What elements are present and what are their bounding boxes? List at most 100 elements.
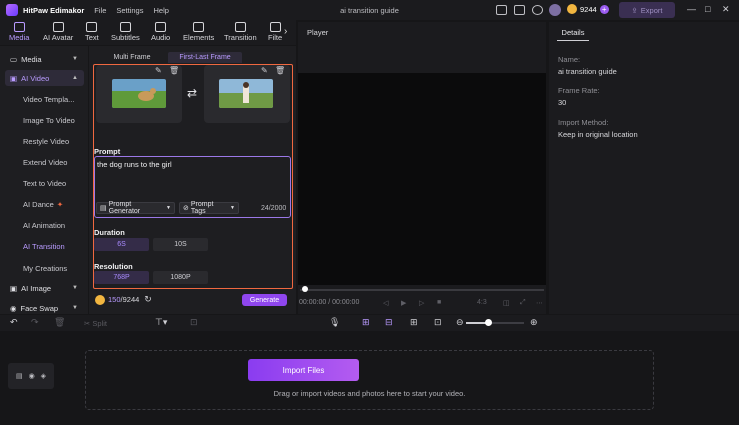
tab-subtitles[interactable]: Subtitles bbox=[111, 22, 140, 42]
menu-settings[interactable]: Settings bbox=[116, 6, 143, 15]
frame-rate-key: Frame Rate: bbox=[558, 86, 600, 95]
download-icon[interactable] bbox=[532, 5, 543, 15]
prompt-tags-dropdown[interactable]: ⊘ Prompt Tags ▼ bbox=[179, 201, 239, 215]
sidebar-item-face-swap[interactable]: ◉ Face Swap ▼ bbox=[5, 300, 84, 316]
swap-icon[interactable]: ⇄ bbox=[187, 86, 197, 100]
redo-icon[interactable]: ↷ bbox=[31, 317, 39, 328]
sidebar-item-ai-image[interactable]: ▣ AI Image ▼ bbox=[5, 280, 84, 296]
coin-icon bbox=[95, 294, 105, 305]
sidebar-item-extend-video[interactable]: Extend Video bbox=[23, 158, 67, 167]
add-credits-icon[interactable]: + bbox=[599, 4, 609, 14]
settings-icon[interactable]: ⋯ bbox=[536, 299, 543, 307]
tab-elements[interactable]: Elements bbox=[183, 22, 214, 42]
ai-video-icon: ▣ bbox=[10, 73, 18, 83]
tab-label: Transition bbox=[224, 33, 257, 42]
prompt-generator-dropdown[interactable]: ▤ Prompt Generator ▼ bbox=[96, 201, 175, 215]
message-icon[interactable] bbox=[514, 5, 525, 15]
menu-help[interactable]: Help bbox=[153, 6, 168, 15]
mute-icon[interactable]: ◈ bbox=[41, 372, 46, 380]
sidebar-item-my-creations[interactable]: My Creations bbox=[23, 264, 67, 273]
import-files-button[interactable]: Import Files bbox=[248, 359, 359, 381]
timeline-toolbar-right bbox=[548, 315, 739, 331]
eye-icon[interactable]: ◉ bbox=[29, 372, 35, 380]
app-name: HitPaw Edimakor bbox=[23, 5, 85, 15]
chevron-right-icon[interactable]: › bbox=[284, 26, 287, 37]
sidebar-label: Media bbox=[21, 54, 42, 64]
prompt-text[interactable]: the dog runs to the girl bbox=[97, 160, 172, 169]
sidebar-item-ai-video[interactable]: ▣ AI Video ▲ bbox=[5, 70, 84, 86]
tab-ai-avatar[interactable]: AI Avatar bbox=[43, 22, 73, 42]
split-button[interactable]: ✂ Split bbox=[84, 319, 107, 328]
resolution-option-768p[interactable]: 768P bbox=[94, 271, 149, 284]
snapshot-icon[interactable]: ◫ bbox=[503, 299, 510, 307]
tab-first-last-frame[interactable]: First-Last Frame bbox=[168, 52, 242, 63]
prompt-tags-label: Prompt Tags bbox=[190, 201, 214, 215]
fit-icon[interactable]: ⊡ bbox=[434, 317, 442, 328]
frame-rate-value: 30 bbox=[558, 98, 567, 107]
edit-icon[interactable]: ✎ bbox=[155, 66, 162, 75]
fullscreen-icon[interactable]: ⤢ bbox=[520, 299, 526, 307]
lock-icon[interactable]: ▤ bbox=[16, 372, 23, 380]
tab-audio[interactable]: Audio bbox=[151, 22, 170, 42]
credit-total: /9244 bbox=[120, 295, 140, 304]
delete-icon[interactable]: 🗑 bbox=[54, 317, 65, 328]
tab-multi-frame[interactable]: Multi Frame bbox=[96, 52, 168, 63]
sidebar-item-text-to-video[interactable]: Text to Video bbox=[23, 179, 66, 188]
refresh-icon[interactable]: ↻ bbox=[144, 294, 152, 305]
delete-icon[interactable]: 🗑 bbox=[169, 66, 179, 75]
text-tool-icon[interactable]: ⊤▾ bbox=[155, 317, 167, 328]
sidebar-item-restyle-video[interactable]: Restyle Video bbox=[23, 137, 69, 146]
track-header: ▤ ◉ ◈ bbox=[8, 363, 54, 389]
playback-scrubber[interactable] bbox=[300, 289, 544, 291]
name-value: ai transition guide bbox=[558, 67, 617, 76]
delete-icon[interactable]: 🗑 bbox=[275, 66, 285, 75]
tab-text[interactable]: Text bbox=[85, 22, 99, 42]
crop-icon[interactable]: ⊡ bbox=[190, 317, 198, 328]
edit-icon[interactable]: ✎ bbox=[261, 66, 268, 75]
export-button[interactable]: ⇪ Export bbox=[619, 2, 675, 18]
magnet-icon[interactable]: ⊟ bbox=[385, 317, 393, 328]
sidebar-item-video-templates[interactable]: Video Templa... bbox=[23, 95, 74, 104]
link-icon[interactable]: ⊞ bbox=[362, 317, 370, 328]
sidebar-item-ai-dance[interactable]: AI Dance ✦ bbox=[23, 200, 63, 209]
hot-icon: ✦ bbox=[56, 200, 64, 209]
tab-label: Media bbox=[9, 33, 30, 42]
tab-filter[interactable]: Filte bbox=[268, 22, 282, 42]
play-icon[interactable]: ▶ bbox=[401, 299, 406, 307]
sidebar-item-media[interactable]: ▭ Media ▼ bbox=[5, 51, 84, 67]
resolution-option-1080p[interactable]: 1080P bbox=[153, 271, 208, 284]
menu-file[interactable]: File bbox=[94, 6, 106, 15]
zoom-in-icon[interactable]: ⊕ bbox=[530, 317, 538, 328]
track-icon[interactable]: ⊞ bbox=[410, 317, 418, 328]
tab-details[interactable]: Details bbox=[557, 26, 589, 41]
generate-button[interactable]: Generate bbox=[242, 294, 287, 306]
duration-option-6s[interactable]: 6S bbox=[94, 238, 149, 251]
next-frame-icon[interactable]: ▷ bbox=[419, 299, 424, 307]
sidebar-item-ai-animation[interactable]: AI Animation bbox=[23, 221, 65, 230]
player-screen[interactable] bbox=[298, 73, 546, 285]
prev-frame-icon[interactable]: ◁ bbox=[383, 299, 388, 307]
stop-icon[interactable]: ■ bbox=[437, 299, 441, 306]
tab-transition[interactable]: Transition bbox=[224, 22, 257, 42]
aspect-ratio[interactable]: 4:3 bbox=[477, 299, 487, 306]
duration-option-10s[interactable]: 10S bbox=[153, 238, 208, 251]
sidebar-item-ai-transition[interactable]: AI Transition bbox=[23, 242, 65, 251]
minimize-icon[interactable]: — bbox=[687, 4, 696, 14]
zoom-slider-handle[interactable] bbox=[485, 319, 492, 326]
tab-media[interactable]: Media bbox=[9, 22, 29, 42]
zoom-out-icon[interactable]: ⊖ bbox=[456, 317, 464, 328]
avatar[interactable] bbox=[549, 4, 561, 16]
tab-label: Filte bbox=[268, 33, 283, 42]
scrubber-handle[interactable] bbox=[302, 286, 308, 292]
microphone-icon[interactable]: 🎙 bbox=[329, 317, 340, 328]
sidebar-item-image-to-video[interactable]: Image To Video bbox=[23, 116, 75, 125]
credit-usage: 150/9244 ↻ bbox=[95, 294, 152, 305]
maximize-icon[interactable]: □ bbox=[705, 4, 710, 14]
undo-icon[interactable]: ↶ bbox=[10, 317, 18, 328]
close-icon[interactable]: ✕ bbox=[722, 4, 730, 15]
credits-pill[interactable]: 9244 + bbox=[567, 4, 609, 14]
prompt-label: Prompt bbox=[94, 147, 121, 156]
first-frame-image bbox=[112, 79, 166, 108]
keyboard-icon[interactable] bbox=[496, 5, 507, 15]
drop-zone[interactable] bbox=[85, 350, 654, 410]
